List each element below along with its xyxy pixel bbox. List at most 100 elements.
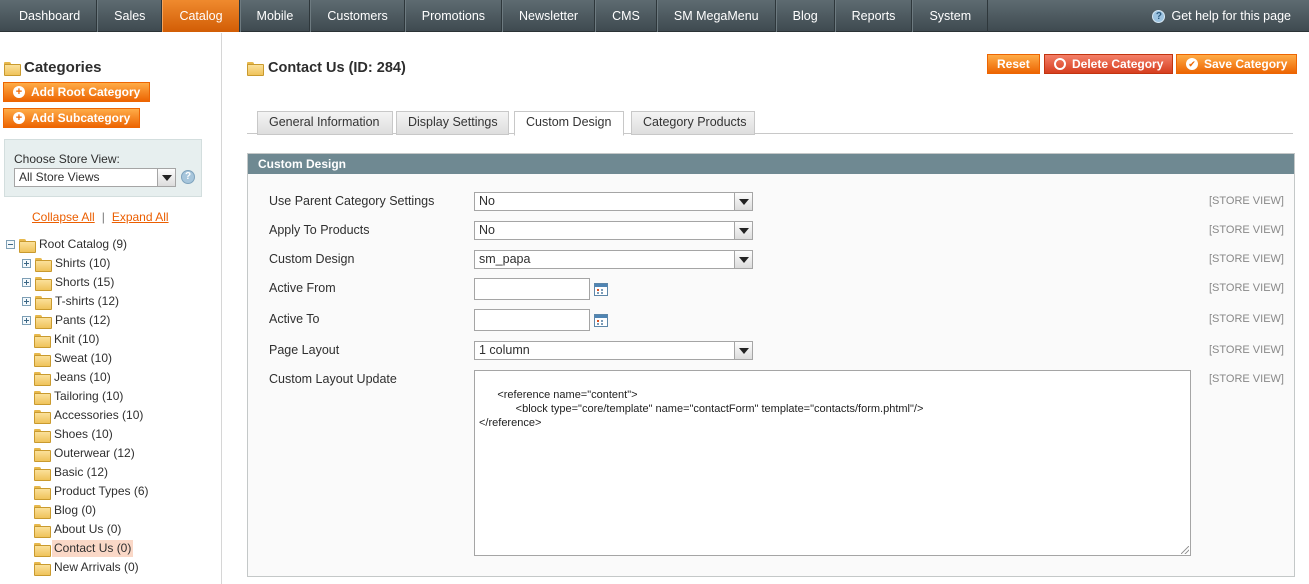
active-from-input[interactable]	[474, 278, 590, 300]
save-category-button[interactable]: ✔ Save Category	[1176, 54, 1298, 74]
tree-item[interactable]: Blog (0)	[34, 502, 98, 519]
calendar-icon[interactable]	[594, 283, 608, 296]
use-parent-value: No	[479, 194, 495, 208]
tab-category-products[interactable]: Category Products	[631, 111, 755, 135]
tree-item[interactable]: Shirts (10)	[22, 255, 112, 272]
active-to-input[interactable]	[474, 309, 590, 331]
nav-item-system[interactable]: System	[912, 0, 989, 32]
folder-icon	[247, 62, 264, 76]
categories-heading: Categories	[4, 59, 102, 76]
categories-title: Categories	[24, 59, 102, 76]
folder-icon	[34, 333, 51, 348]
collapse-icon[interactable]	[6, 240, 15, 249]
page-layout-label: Page Layout	[269, 343, 340, 357]
tab-display-settings[interactable]: Display Settings	[396, 111, 509, 135]
tab-custom-design[interactable]: Custom Design	[514, 111, 624, 136]
resize-handle[interactable]	[1181, 546, 1189, 554]
add-root-category-button[interactable]: + Add Root Category	[3, 82, 151, 102]
active-to-label: Active To	[269, 312, 320, 326]
tree-item-label: Shoes (10)	[54, 427, 113, 441]
tree-item[interactable]: Sweat (10)	[34, 350, 114, 367]
tree-item-label: Jeans (10)	[54, 370, 111, 384]
tree-controls: Collapse All | Expand All	[32, 210, 169, 224]
add-root-category-label: Add Root Category	[31, 85, 141, 99]
folder-icon	[34, 504, 51, 519]
nav-item-catalog[interactable]: Catalog	[162, 0, 240, 32]
scope-label: [STORE VIEW]	[1209, 313, 1284, 325]
tree-item[interactable]: Basic (12)	[34, 464, 110, 481]
scope-label: [STORE VIEW]	[1209, 195, 1284, 207]
tree-item[interactable]: Knit (10)	[34, 331, 101, 348]
check-icon: ✔	[1186, 58, 1198, 70]
tree-item[interactable]: Root Catalog (9)	[6, 236, 129, 253]
calendar-icon[interactable]	[594, 314, 608, 327]
plus-icon: +	[13, 112, 25, 124]
nav-item-newsletter[interactable]: Newsletter	[502, 0, 596, 32]
tree-item-label: Outerwear (12)	[54, 446, 135, 460]
scope-label: [STORE VIEW]	[1209, 253, 1284, 265]
tree-item[interactable]: Pants (12)	[22, 312, 112, 329]
tree-item-label: Contact Us (0)	[52, 540, 134, 557]
help-label: Get help for this page	[1171, 9, 1291, 23]
expand-all-link[interactable]: Expand All	[112, 210, 169, 224]
page-layout-select[interactable]: 1 column	[474, 341, 753, 360]
tree-item[interactable]: Product Types (6)	[34, 483, 151, 500]
tree-item[interactable]: Jeans (10)	[34, 369, 113, 386]
sidebar: Categories + Add Root Category + Add Sub…	[0, 33, 222, 584]
custom-design-select[interactable]: sm_papa	[474, 250, 753, 269]
separator: |	[101, 210, 105, 224]
expand-icon[interactable]	[22, 297, 31, 306]
tree-item[interactable]: Outerwear (12)	[34, 445, 137, 462]
nav-item-promotions[interactable]: Promotions	[404, 0, 503, 32]
help-link[interactable]: ? Get help for this page	[1152, 0, 1291, 32]
tree-item-label: Product Types (6)	[54, 484, 149, 498]
chevron-down-icon	[157, 169, 175, 186]
help-icon[interactable]: ?	[181, 170, 195, 184]
nav-item-sm-megamenu[interactable]: SM MegaMenu	[656, 0, 776, 32]
collapse-all-link[interactable]: Collapse All	[32, 210, 95, 224]
delete-category-button[interactable]: Delete Category	[1044, 54, 1174, 74]
nav-item-mobile[interactable]: Mobile	[239, 0, 311, 32]
scope-label: [STORE VIEW]	[1209, 282, 1284, 294]
folder-icon	[34, 390, 51, 405]
use-parent-select[interactable]: No	[474, 192, 753, 211]
section-header: Custom Design	[248, 154, 1294, 174]
folder-icon	[34, 352, 51, 367]
tree-item[interactable]: About Us (0)	[34, 521, 123, 538]
tree-item[interactable]: T-shirts (12)	[22, 293, 121, 310]
tree-item[interactable]: Accessories (10)	[34, 407, 145, 424]
nav-item-reports[interactable]: Reports	[834, 0, 913, 32]
nav-item-dashboard[interactable]: Dashboard	[0, 0, 98, 32]
main-content: Contact Us (ID: 284) Reset Delete Catego…	[247, 33, 1309, 584]
chevron-down-icon	[734, 251, 752, 268]
add-subcategory-button[interactable]: + Add Subcategory	[3, 108, 141, 128]
add-subcategory-label: Add Subcategory	[31, 111, 131, 125]
folder-icon	[34, 409, 51, 424]
custom-design-fieldset: Custom Design Use Parent Category Settin…	[247, 153, 1295, 577]
apply-products-select[interactable]: No	[474, 221, 753, 240]
tree-item[interactable]: Shoes (10)	[34, 426, 115, 443]
tree-item[interactable]: New Arrivals (0)	[34, 559, 141, 576]
reset-button[interactable]: Reset	[987, 54, 1040, 74]
tree-item[interactable]: Tailoring (10)	[34, 388, 125, 405]
nav-item-blog[interactable]: Blog	[775, 0, 835, 32]
expand-icon[interactable]	[22, 316, 31, 325]
expand-icon[interactable]	[22, 259, 31, 268]
scope-label: [STORE VIEW]	[1209, 373, 1284, 385]
store-view-select[interactable]: All Store Views	[14, 168, 176, 187]
custom-design-label: Custom Design	[269, 252, 355, 266]
tree-item[interactable]: Shorts (15)	[22, 274, 116, 291]
tree-item[interactable]: Contact Us (0)	[34, 540, 134, 557]
nav-item-cms[interactable]: CMS	[595, 0, 657, 32]
store-view-switcher: Choose Store View: All Store Views ?	[4, 139, 202, 197]
nav-item-customers[interactable]: Customers	[310, 0, 405, 32]
tab-general-information[interactable]: General Information	[257, 111, 393, 135]
layout-update-textarea[interactable]: <reference name="content"> <block type="…	[474, 370, 1191, 556]
folder-icon	[35, 276, 52, 291]
folder-icon	[34, 485, 51, 500]
custom-design-value: sm_papa	[479, 252, 531, 266]
nav-item-sales[interactable]: Sales	[97, 0, 163, 32]
folder-icon	[34, 542, 51, 557]
apply-products-label: Apply To Products	[269, 223, 370, 237]
expand-icon[interactable]	[22, 278, 31, 287]
